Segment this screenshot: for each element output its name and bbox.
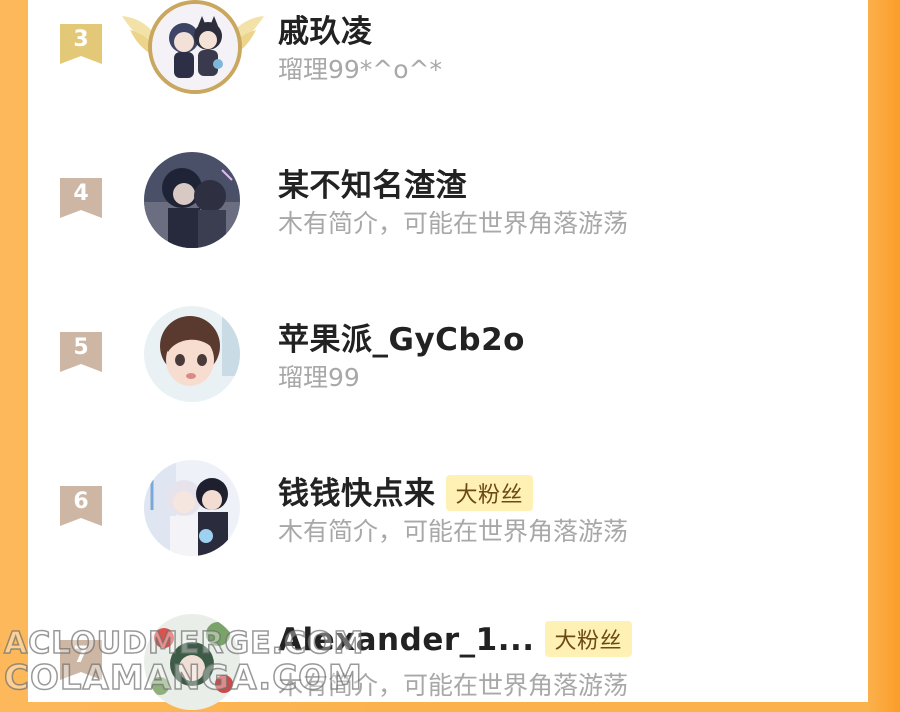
avatar[interactable]: [144, 614, 240, 710]
user-bio: 瑠理99*^o^*: [278, 55, 443, 84]
user-bio: 木有简介，可能在世界角落游荡: [278, 517, 629, 546]
list-item[interactable]: 5 苹果派_GyCb2o 瑠理99: [28, 304, 868, 404]
avatar[interactable]: [144, 306, 240, 402]
fan-badge: 大粉丝: [544, 620, 633, 657]
list-item[interactable]: 3 戚玖凌 瑠理99*^o^*: [28, 0, 868, 94]
rank-flag: 6: [60, 486, 102, 526]
list-item[interactable]: 6 钱钱快点来 大粉丝 木有简介，可能在世界角落游荡: [28, 458, 868, 558]
fan-badge: 大粉丝: [445, 474, 534, 511]
list-item[interactable]: 4 某不知名渣渣 木有简介，可能在世界角落游荡: [28, 150, 868, 250]
fan-ranking-list: 3 戚玖凌 瑠理99*^o^* 4 某不知名渣渣 木有简介，可能在世界角落游荡 …: [28, 0, 868, 710]
user-name[interactable]: 钱钱快点来 大粉丝: [278, 468, 534, 514]
user-bio: 瑠理99: [278, 363, 360, 392]
user-name-text[interactable]: Alexander_1...: [278, 622, 535, 658]
avatar[interactable]: [144, 152, 240, 248]
user-bio: 木有简介，可能在世界角落游荡: [278, 209, 629, 238]
rank-flag: 3: [60, 24, 102, 64]
rank-flag: 7: [60, 640, 102, 680]
user-name[interactable]: 某不知名渣渣: [278, 160, 467, 205]
user-name[interactable]: 苹果派_GyCb2o: [278, 314, 525, 359]
rank-flag: 5: [60, 332, 102, 372]
rank-flag: 4: [60, 178, 102, 218]
list-item[interactable]: 7 Alexander_1... 大粉丝 木有简介，可能在世界角落游荡: [28, 612, 868, 712]
user-name-text[interactable]: 钱钱快点来: [278, 476, 436, 512]
user-name[interactable]: 戚玖凌: [278, 6, 373, 51]
user-bio: 木有简介，可能在世界角落游荡: [278, 671, 629, 700]
avatar[interactable]: [144, 460, 240, 556]
user-name[interactable]: Alexander_1... 大粉丝: [278, 620, 633, 660]
avatar[interactable]: [148, 0, 242, 94]
